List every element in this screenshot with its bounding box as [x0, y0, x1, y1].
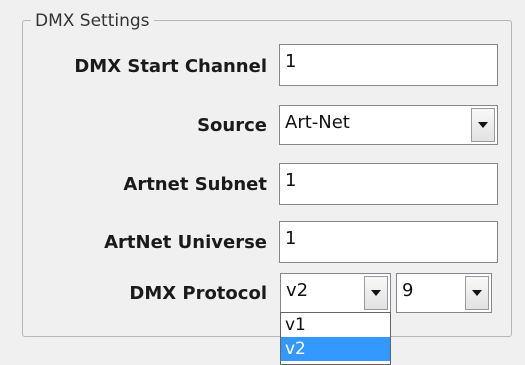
artnet-universe-value: 1 — [285, 228, 297, 249]
dmx-protocol-label: DMX Protocol — [129, 283, 267, 304]
source-dropdown-button[interactable] — [471, 108, 495, 142]
artnet-subnet-label: Artnet Subnet — [123, 174, 267, 195]
artnet-subnet-value: 1 — [285, 170, 297, 191]
start-channel-input[interactable]: 1 — [279, 44, 498, 86]
group-title: DMX Settings — [31, 11, 154, 31]
start-channel-value: 1 — [285, 51, 297, 72]
dmx-protocol-rate-value: 9 — [402, 280, 414, 301]
dmx-protocol-version-dropdown-button[interactable] — [364, 276, 388, 310]
source-label: Source — [197, 115, 267, 136]
source-select[interactable]: Art-Net — [279, 105, 498, 145]
dmx-protocol-dropdown-list: v1 v2 — [280, 312, 391, 365]
artnet-universe-input[interactable]: 1 — [279, 221, 498, 263]
artnet-universe-label: ArtNet Universe — [104, 232, 267, 253]
dmx-protocol-rate-dropdown-button[interactable] — [465, 276, 489, 310]
dmx-protocol-version-select[interactable]: v2 — [280, 273, 391, 313]
dmx-protocol-version-value: v2 — [286, 280, 309, 301]
start-channel-label: DMX Start Channel — [74, 56, 267, 77]
artnet-subnet-input[interactable]: 1 — [279, 163, 498, 205]
dropdown-option-v1[interactable]: v1 — [281, 313, 390, 337]
dropdown-option-v2[interactable]: v2 — [281, 337, 390, 361]
source-value: Art-Net — [285, 112, 350, 133]
dmx-protocol-rate-select[interactable]: 9 — [396, 273, 492, 313]
